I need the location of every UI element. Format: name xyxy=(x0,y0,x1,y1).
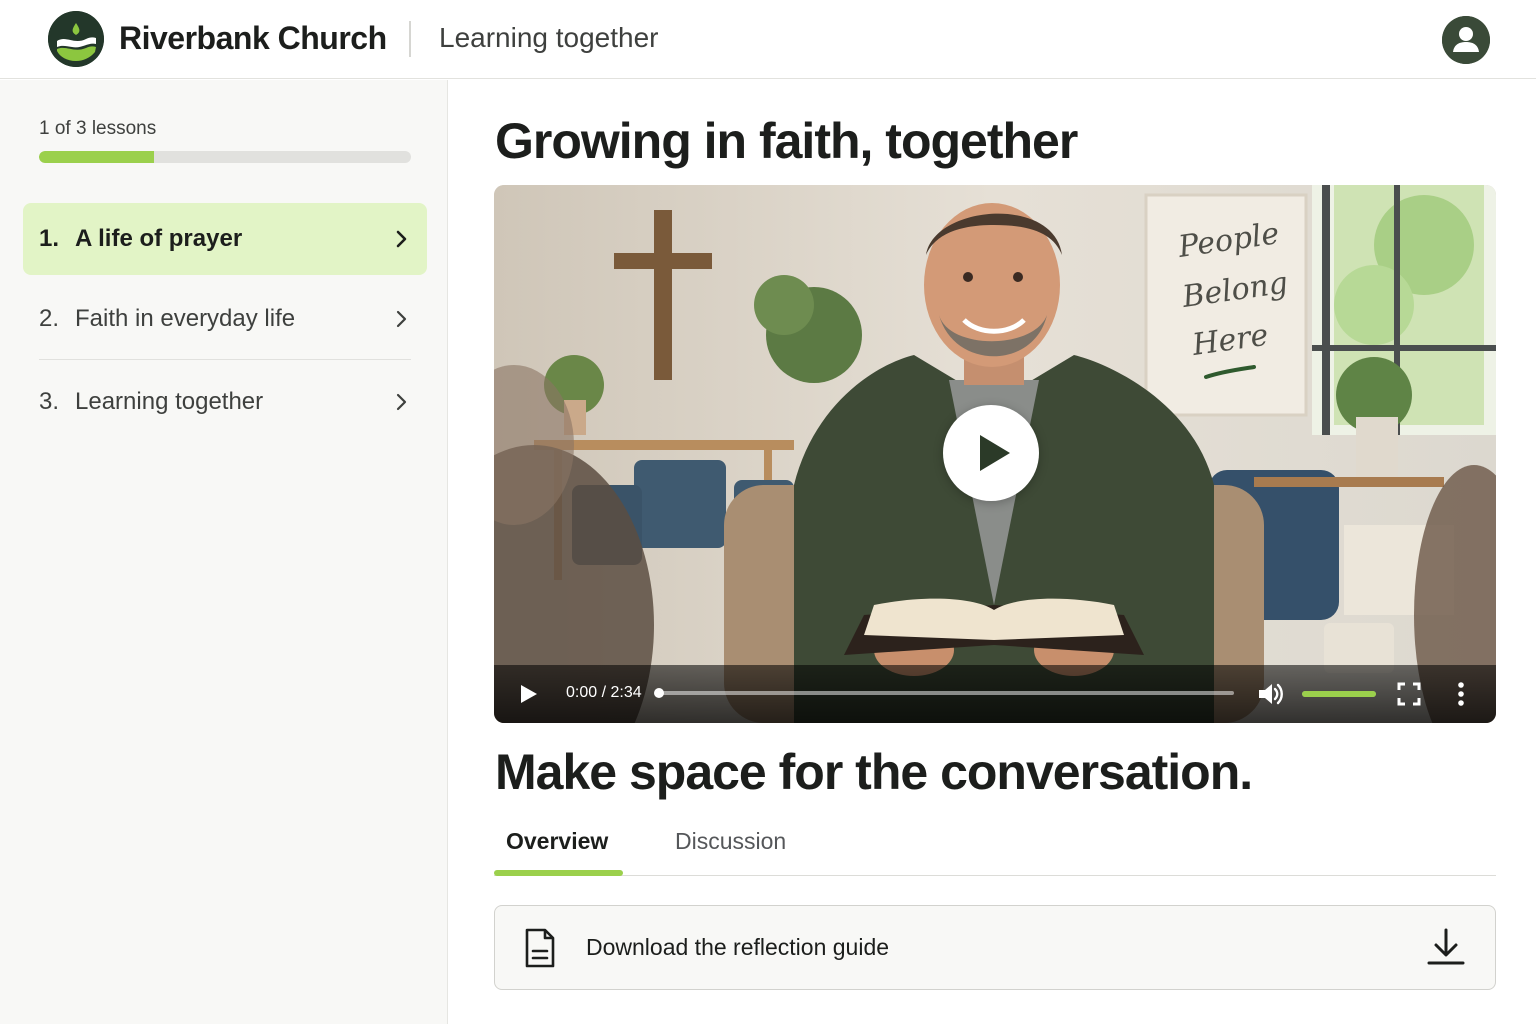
active-tab-indicator xyxy=(494,870,623,876)
top-header: Riverbank Church Learning together xyxy=(0,0,1536,79)
lesson-sidebar: 1 of 3 lessons 1. A life of prayer 2. Fa… xyxy=(0,80,448,1024)
download-label: Download the reflection guide xyxy=(586,934,890,960)
section-title: Make space for the conversation. xyxy=(495,744,1253,800)
tab-overview[interactable]: Overview xyxy=(506,828,608,855)
volume-slider[interactable] xyxy=(1302,691,1376,697)
lesson-divider xyxy=(39,359,411,360)
download-reflection-guide-button[interactable]: Download the reflection guide xyxy=(494,905,1496,990)
chevron-right-icon xyxy=(396,393,407,411)
lesson-title: Learning together xyxy=(75,388,264,415)
volume-icon[interactable] xyxy=(1257,681,1285,707)
riverbank-logo-icon[interactable] xyxy=(48,11,104,67)
page-title: Growing in faith, together xyxy=(495,113,1078,169)
header-subtitle: Learning together xyxy=(439,22,659,53)
lesson-number: 3. xyxy=(39,388,60,415)
lesson-number: 2. xyxy=(39,305,60,332)
fullscreen-icon[interactable] xyxy=(1396,681,1422,707)
document-icon xyxy=(525,928,555,968)
header-divider xyxy=(409,21,411,57)
play-icon xyxy=(980,435,1010,471)
video-time: 0:00 / 2:34 xyxy=(566,684,642,701)
play-icon[interactable] xyxy=(516,682,540,706)
tab-discussion[interactable]: Discussion xyxy=(675,828,786,855)
more-options-icon[interactable] xyxy=(1450,681,1472,707)
video-controls-bar: 0:00 / 2:34 xyxy=(494,665,1496,723)
video-scrubber[interactable] xyxy=(654,688,1234,698)
user-avatar-icon[interactable] xyxy=(1442,16,1490,64)
chevron-right-icon xyxy=(396,230,407,248)
brand-name[interactable]: Riverbank Church xyxy=(119,20,387,57)
play-overlay-button[interactable] xyxy=(943,405,1039,501)
chevron-right-icon xyxy=(396,310,407,328)
lesson-title: Faith in everyday life xyxy=(75,305,296,332)
video-player[interactable]: People Belong Here 0:00 / 2:34 xyxy=(494,185,1496,723)
lesson-number: 1. xyxy=(39,225,60,252)
download-icon xyxy=(1427,928,1465,965)
lesson-item-2[interactable]: 2. Faith in everyday life xyxy=(23,283,427,355)
content-tabs: Overview Discussion xyxy=(494,820,1496,876)
lesson-progress-bar xyxy=(39,151,411,163)
lesson-progress-text: 1 of 3 lessons xyxy=(39,118,157,139)
scrubber-handle[interactable] xyxy=(654,688,664,698)
lesson-item-1[interactable]: 1. A life of prayer xyxy=(23,203,427,275)
lesson-progress-fill xyxy=(39,151,155,163)
lesson-item-3[interactable]: 3. Learning together xyxy=(23,366,427,438)
lesson-title: A life of prayer xyxy=(75,225,243,252)
volume-level xyxy=(1302,691,1376,697)
